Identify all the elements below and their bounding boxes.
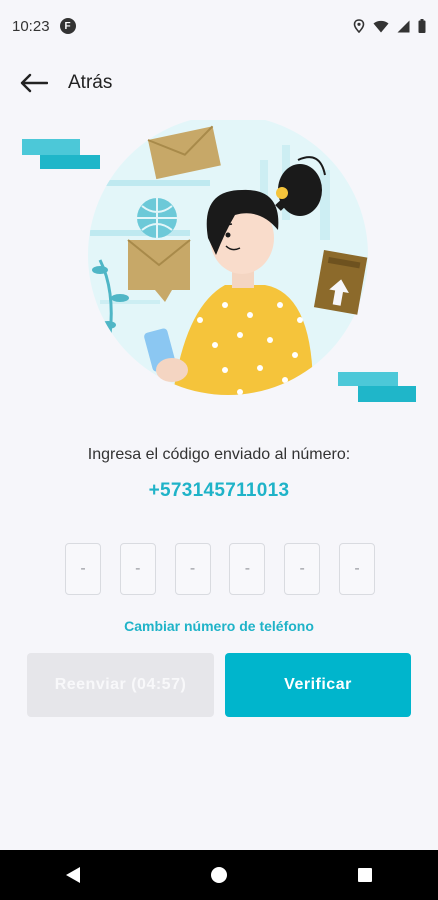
wifi-icon bbox=[373, 20, 389, 32]
status-left: 10:23 F bbox=[12, 18, 76, 35]
home-circle-icon[interactable] bbox=[189, 850, 249, 900]
verification-illustration bbox=[20, 115, 420, 420]
system-nav-bar bbox=[0, 850, 438, 900]
back-triangle-icon[interactable] bbox=[43, 850, 103, 900]
back-button[interactable]: Atrás bbox=[20, 60, 112, 106]
back-label: Atrás bbox=[68, 72, 113, 93]
code-input-row: - - - - - - bbox=[65, 543, 375, 597]
code-digit-input[interactable]: - bbox=[229, 543, 266, 595]
resend-button[interactable]: Reenviar (04:57) bbox=[27, 653, 214, 717]
code-digit-input[interactable]: - bbox=[338, 543, 375, 595]
recents-square-icon[interactable] bbox=[335, 850, 395, 900]
notification-badge-icon: F bbox=[59, 18, 76, 34]
change-phone-link[interactable]: Cambiar número de teléfono bbox=[0, 618, 438, 634]
code-digit-input[interactable]: - bbox=[174, 543, 211, 595]
battery-icon bbox=[418, 19, 426, 33]
status-bar: 10:23 F bbox=[0, 0, 438, 52]
arrow-left-icon bbox=[20, 73, 48, 93]
phone-number: +573145711013 bbox=[148, 480, 290, 501]
code-digit-input[interactable]: - bbox=[284, 543, 321, 595]
top-nav: Atrás bbox=[0, 60, 438, 106]
status-right bbox=[353, 19, 426, 33]
cell-signal-icon bbox=[397, 20, 410, 32]
verification-prompt: Ingresa el código enviado al número: bbox=[87, 446, 351, 463]
status-time: 10:23 bbox=[12, 17, 50, 35]
code-digit-input[interactable]: - bbox=[119, 543, 156, 595]
code-digit-input[interactable]: - bbox=[65, 543, 101, 595]
location-icon bbox=[353, 19, 365, 33]
verify-button[interactable]: Verificar bbox=[225, 653, 411, 717]
